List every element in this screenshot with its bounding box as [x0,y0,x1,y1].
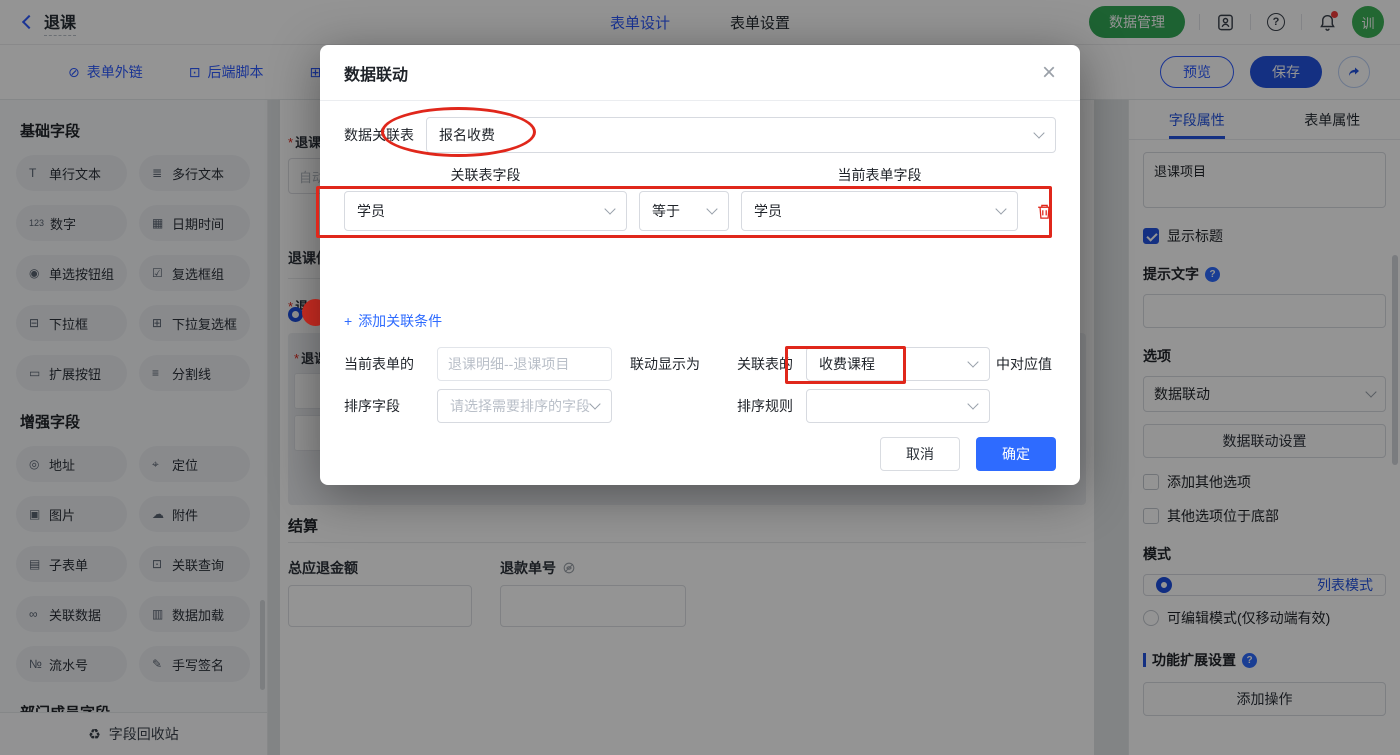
chevron-down-icon [967,356,979,368]
display-as-label: 联动显示为 [630,356,700,372]
add-condition-link[interactable]: + 添加关联条件 [344,311,442,331]
column-header-related-field: 关联表字段 [450,167,521,183]
chevron-down-icon [706,203,718,215]
sort-rule-select[interactable] [806,389,990,423]
chevron-down-icon [1033,127,1045,139]
sort-rule-label: 排序规则 [737,398,793,414]
related-form-label: 关联表的 [737,356,793,372]
plus-icon: + [344,313,353,329]
data-linkage-modal: 数据联动 × 数据关联表 报名收费 关联表字段 当前表单字段 学员 等于 学员 [320,45,1080,485]
chevron-down-icon [995,203,1007,215]
relation-table-label: 数据关联表 [344,127,414,143]
cancel-button[interactable]: 取消 [880,437,960,471]
current-form-label: 当前表单的 [344,356,414,372]
modal-title: 数据联动 [344,66,409,84]
condition-operator-select[interactable]: 等于 [639,191,729,231]
relation-table-select[interactable]: 报名收费 [426,117,1056,153]
sort-field-label: 排序字段 [344,398,400,414]
chevron-down-icon [589,398,601,410]
delete-condition-icon[interactable] [1036,203,1053,220]
condition-right-select[interactable]: 学员 [741,191,1018,231]
sort-field-select[interactable]: 请选择需要排序的字段 [437,389,612,423]
chevron-down-icon [967,398,979,410]
confirm-button[interactable]: 确定 [976,437,1056,471]
column-header-current-field: 当前表单字段 [837,167,922,183]
close-icon[interactable]: × [1042,60,1056,85]
condition-left-select[interactable]: 学员 [344,191,627,231]
chevron-down-icon [604,203,616,215]
current-field-input[interactable]: 退课明细--退课项目 [437,347,612,381]
related-field-select[interactable]: 收费课程 [806,347,990,381]
value-suffix-label: 中对应值 [996,356,1052,372]
